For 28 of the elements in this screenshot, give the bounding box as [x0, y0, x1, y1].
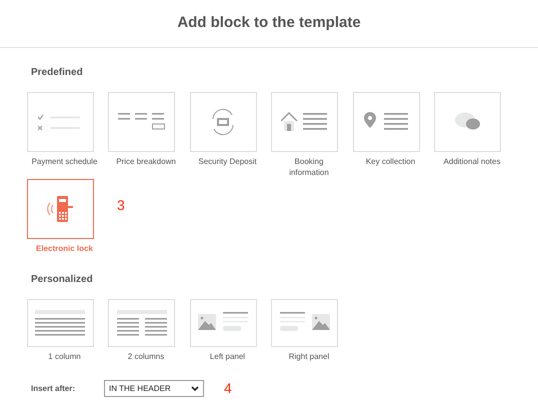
block-label: Left panel [208, 351, 246, 362]
chevron-down-icon [191, 386, 199, 392]
annotation-number: 4 [224, 379, 232, 398]
block-label: Booking information [288, 156, 330, 178]
block-label: Additional notes [442, 156, 502, 167]
block-label: Electronic lock [35, 243, 94, 254]
electronic-lock-icon [44, 194, 76, 224]
dialog-title: Add block to the template [177, 13, 361, 34]
section-heading: Predefined [31, 66, 84, 80]
block-label: Security Deposit [197, 156, 258, 167]
section-heading: Personalized [31, 273, 94, 287]
block-label: 2 columns [126, 351, 166, 362]
insert-after-label: Insert after: [31, 382, 76, 394]
one-column-layout-icon [35, 310, 85, 336]
house-list-icon [280, 112, 328, 132]
block-label: Right panel [288, 351, 330, 362]
block-label: Price breakdown [115, 156, 177, 167]
price-lines-icon [118, 113, 166, 131]
block-label: Key collection [364, 156, 416, 167]
location-pin-icon [362, 112, 410, 132]
block-label: 1 column [47, 351, 82, 362]
annotation-number: 3 [117, 196, 125, 215]
checklist-icon [38, 113, 82, 131]
block-tile[interactable] [26, 179, 94, 239]
block-label: Payment schedule [32, 156, 98, 167]
chat-bubbles-icon [454, 112, 480, 132]
two-column-layout-icon [116, 310, 166, 336]
insert-after-select[interactable]: IN THE HEADER [104, 380, 204, 397]
